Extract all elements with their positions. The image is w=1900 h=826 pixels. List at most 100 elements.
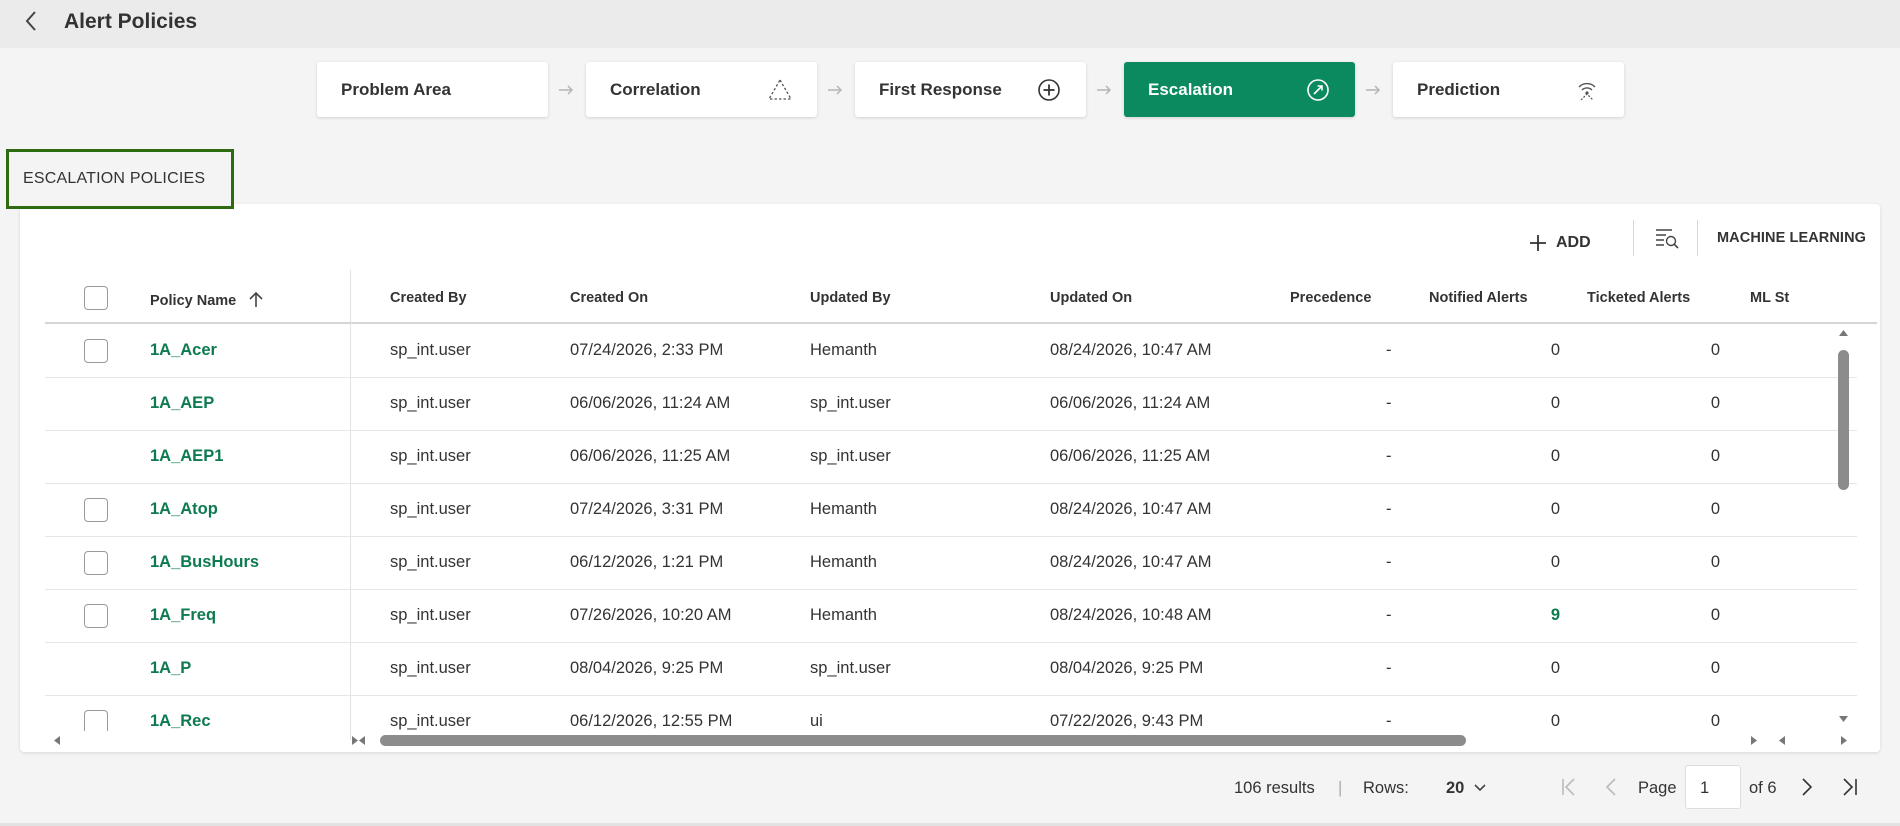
ticketed-alerts: 0: [1710, 606, 1720, 624]
step-correlation[interactable]: Correlation: [586, 62, 817, 117]
page-total: of 6: [1749, 779, 1777, 797]
policy-name-link[interactable]: 1A_AEP1: [150, 447, 223, 466]
row-checkbox[interactable]: [84, 339, 108, 363]
table-header: Policy Name Created By Created On Update…: [45, 270, 1877, 324]
filter-search-icon[interactable]: [1654, 226, 1680, 252]
column-header-ticketed-alerts[interactable]: Ticketed Alerts: [1587, 290, 1690, 306]
row-checkbox[interactable]: [84, 498, 108, 522]
row-checkbox[interactable]: [84, 604, 108, 628]
table-row[interactable]: 1A_Rec sp_int.user 06/12/2026, 12:55 PM …: [45, 696, 1857, 731]
table-row[interactable]: 1A_P sp_int.user 08/04/2026, 9:25 PM sp_…: [45, 643, 1857, 696]
add-button[interactable]: ADD: [1528, 226, 1591, 260]
step-problem-area[interactable]: Problem Area: [317, 62, 548, 117]
pinned-columns-scrollbar[interactable]: [1770, 731, 1854, 749]
precedence: -: [1386, 712, 1392, 730]
table-row[interactable]: 1A_AEP1 sp_int.user 06/06/2026, 11:25 AM…: [45, 431, 1857, 484]
ticketed-alerts: 0: [1710, 341, 1720, 359]
page-number-input[interactable]: 1: [1685, 765, 1741, 809]
updated-on: 08/24/2026, 10:47 AM: [1050, 500, 1212, 518]
frozen-columns-scrollbar[interactable]: [45, 731, 365, 749]
scroll-right-icon[interactable]: [1750, 735, 1758, 746]
scroll-right-icon[interactable]: [1840, 735, 1848, 746]
column-header-created-by[interactable]: Created By: [390, 290, 467, 306]
created-on: 06/12/2026, 1:21 PM: [570, 553, 724, 571]
notified-alerts: 0: [1550, 553, 1560, 571]
updated-by: Hemanth: [810, 606, 877, 624]
step-label: Prediction: [1417, 79, 1501, 99]
vertical-scroll-thumb[interactable]: [1838, 350, 1849, 490]
notified-alerts-link[interactable]: 9: [1500, 606, 1560, 625]
horizontal-scroll-thumb[interactable]: [380, 735, 1466, 746]
table-row[interactable]: 1A_AEP sp_int.user 06/06/2026, 11:24 AM …: [45, 378, 1857, 431]
created-by: sp_int.user: [390, 553, 471, 571]
column-header-policy-name[interactable]: Policy Name: [150, 290, 264, 309]
created-by: sp_int.user: [390, 394, 471, 412]
scroll-left-icon[interactable]: [1778, 735, 1786, 746]
row-checkbox[interactable]: [84, 710, 108, 731]
step-prediction[interactable]: Prediction: [1393, 62, 1624, 117]
toolbar-divider: [1697, 220, 1698, 256]
policy-name-link[interactable]: 1A_P: [150, 659, 191, 678]
created-on: 06/06/2026, 11:24 AM: [570, 394, 731, 412]
machine-learning-button[interactable]: MACHINE LEARNING: [1717, 230, 1866, 246]
updated-by: Hemanth: [810, 500, 877, 518]
scroll-left-icon[interactable]: [358, 735, 366, 746]
policy-name-link[interactable]: 1A_Rec: [150, 712, 211, 731]
precedence: -: [1386, 606, 1392, 624]
precedence: -: [1386, 394, 1392, 412]
updated-by: Hemanth: [810, 553, 877, 571]
column-header-updated-by[interactable]: Updated By: [810, 290, 891, 306]
next-page-icon[interactable]: [1794, 775, 1818, 799]
previous-page-icon[interactable]: [1600, 775, 1624, 799]
notified-alerts: 0: [1550, 447, 1560, 465]
updated-by: Hemanth: [810, 341, 877, 359]
rows-per-page-select[interactable]: 20: [1446, 779, 1487, 798]
updated-by: sp_int.user: [810, 659, 891, 677]
back-icon[interactable]: [20, 8, 42, 34]
updated-on: 08/24/2026, 10:48 AM: [1050, 606, 1212, 624]
page-label: Page: [1638, 779, 1677, 797]
section-title: ESCALATION POLICIES: [6, 149, 234, 209]
updated-on: 08/24/2026, 10:47 AM: [1050, 553, 1212, 571]
step-first-response[interactable]: First Response: [855, 62, 1086, 117]
step-label: Escalation: [1148, 79, 1234, 99]
table-row[interactable]: 1A_Atop sp_int.user 07/24/2026, 3:31 PM …: [45, 484, 1857, 537]
column-header-precedence[interactable]: Precedence: [1290, 290, 1371, 306]
step-escalation[interactable]: Escalation: [1124, 62, 1355, 117]
scroll-down-icon[interactable]: [1838, 715, 1849, 723]
table-row[interactable]: 1A_Freq sp_int.user 07/26/2026, 10:20 AM…: [45, 590, 1857, 643]
column-header-created-on[interactable]: Created On: [570, 290, 648, 306]
column-header-notified-alerts[interactable]: Notified Alerts: [1429, 290, 1528, 306]
plus-icon: [1530, 235, 1546, 251]
select-all-checkbox[interactable]: [84, 286, 108, 310]
table-row[interactable]: 1A_Acer sp_int.user 07/24/2026, 2:33 PM …: [45, 325, 1857, 378]
scroll-up-icon[interactable]: [1838, 329, 1849, 337]
policy-name-link[interactable]: 1A_BusHours: [150, 553, 259, 572]
first-page-icon[interactable]: [1557, 775, 1581, 799]
horizontal-scrollbar[interactable]: [352, 731, 1764, 749]
sort-ascending-icon[interactable]: [248, 290, 264, 308]
column-header-updated-on[interactable]: Updated On: [1050, 290, 1132, 306]
last-page-icon[interactable]: [1837, 775, 1861, 799]
ticketed-alerts: 0: [1710, 500, 1720, 518]
notified-alerts: 0: [1550, 659, 1560, 677]
row-checkbox[interactable]: [84, 551, 108, 575]
arrow-right-icon: [828, 85, 843, 95]
vertical-scrollbar[interactable]: [1834, 325, 1852, 731]
table-row[interactable]: 1A_BusHours sp_int.user 06/12/2026, 1:21…: [45, 537, 1857, 590]
pagination-bar: 106 results | Rows: 20 Page 1 of 6: [0, 765, 1900, 813]
policy-name-link[interactable]: 1A_Atop: [150, 500, 218, 519]
updated-on: 08/24/2026, 10:47 AM: [1050, 341, 1212, 359]
triangle-dashed-icon: [767, 78, 793, 100]
page-title: Alert Policies: [64, 10, 198, 33]
policy-name-link[interactable]: 1A_Acer: [150, 341, 217, 360]
notified-alerts: 0: [1550, 500, 1560, 518]
results-count: 106 results: [1234, 779, 1315, 797]
policy-name-link[interactable]: 1A_Freq: [150, 606, 216, 625]
policy-name-link[interactable]: 1A_AEP: [150, 394, 214, 413]
notified-alerts: 0: [1550, 394, 1560, 412]
column-header-ml-status[interactable]: ML St: [1750, 290, 1815, 306]
created-by: sp_int.user: [390, 606, 471, 624]
scroll-left-icon[interactable]: [53, 735, 61, 746]
created-on: 06/06/2026, 11:25 AM: [570, 447, 731, 465]
